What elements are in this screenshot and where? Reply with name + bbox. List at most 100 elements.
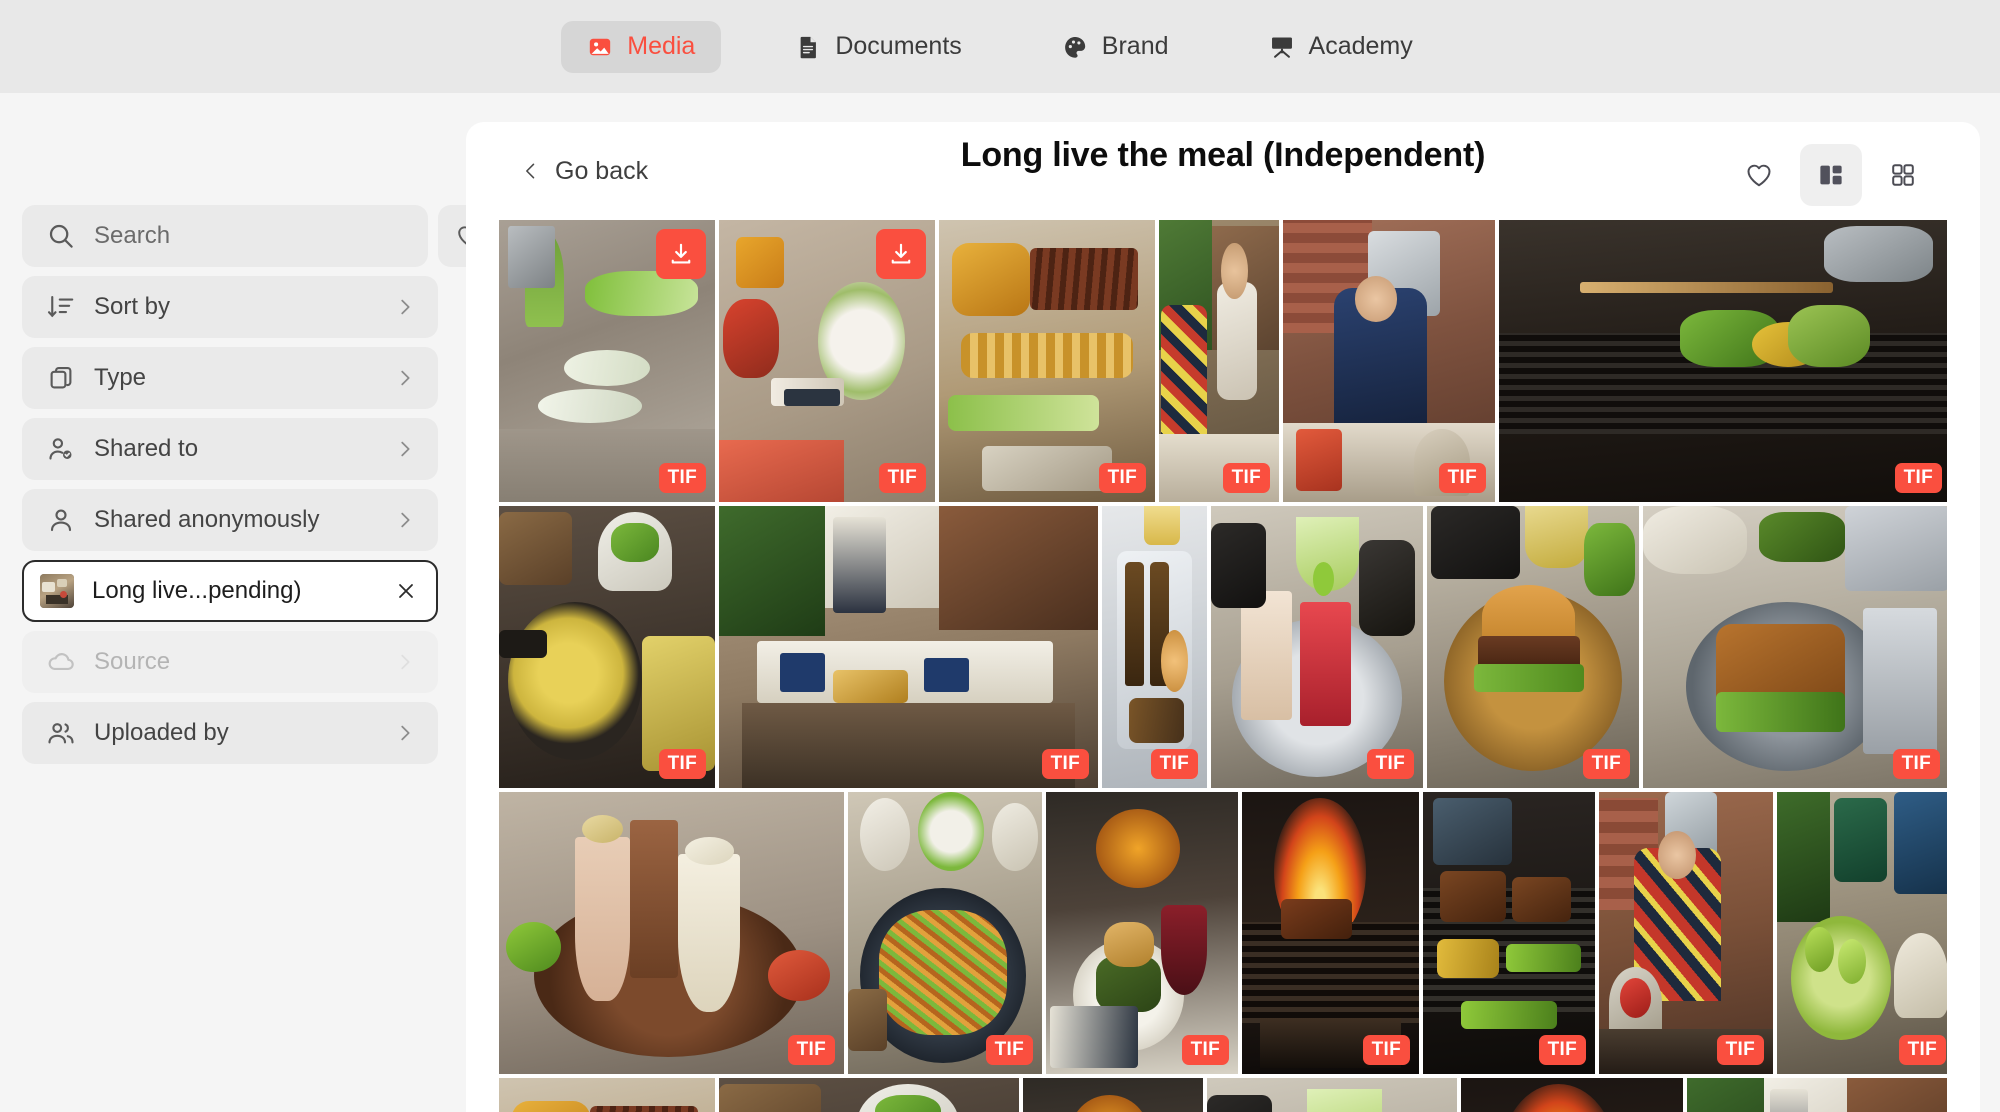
media-tile[interactable]: TIF bbox=[1207, 1078, 1457, 1112]
media-tile[interactable]: TIF bbox=[1777, 792, 1947, 1074]
media-tile[interactable]: TIF bbox=[719, 220, 935, 502]
sidebar-item-label: Shared anonymously bbox=[94, 506, 320, 533]
sidebar-item-label: Type bbox=[94, 364, 147, 391]
content-card: Go back Long live the meal (Independent) bbox=[466, 122, 1980, 1112]
file-type-badge: TIF bbox=[1438, 463, 1486, 493]
cloud-icon bbox=[46, 647, 76, 677]
gallery-row: TIF TIF TIF TIF TIF TIF TIF bbox=[499, 792, 1947, 1074]
active-filter-label: Long live...pending) bbox=[92, 577, 302, 604]
media-tile[interactable]: TIF bbox=[1499, 220, 1947, 502]
user-icon bbox=[46, 505, 76, 535]
sidebar-item-type[interactable]: Type bbox=[22, 347, 438, 409]
chevron-right-icon bbox=[394, 722, 416, 744]
media-tile[interactable]: TIF bbox=[1046, 792, 1238, 1074]
gallery-row: TIFTIFTIFTIFTIFTIF bbox=[499, 1078, 1947, 1112]
file-type-badge: TIF bbox=[1716, 1035, 1764, 1065]
media-tile[interactable]: TIF bbox=[719, 1078, 1019, 1112]
user-check-icon bbox=[46, 434, 76, 464]
chevron-right-icon bbox=[394, 367, 416, 389]
easel-icon bbox=[1269, 34, 1295, 60]
media-tile[interactable]: TIF bbox=[1283, 220, 1495, 502]
media-tile[interactable]: TIF bbox=[1242, 792, 1419, 1074]
tab-label: Brand bbox=[1101, 32, 1169, 60]
search-row bbox=[22, 205, 500, 267]
tab-academy[interactable]: Academy bbox=[1243, 21, 1439, 73]
search-input[interactable] bbox=[94, 222, 404, 250]
media-tile[interactable]: TIF bbox=[1461, 1078, 1683, 1112]
go-back-label: Go back bbox=[555, 156, 649, 185]
favorite-button[interactable] bbox=[1728, 144, 1790, 206]
palette-icon bbox=[1062, 34, 1088, 60]
file-type-badge: TIF bbox=[878, 463, 926, 493]
go-back-button[interactable]: Go back bbox=[521, 157, 648, 186]
file-type-badge: TIF bbox=[658, 749, 706, 779]
chevron-right-icon bbox=[394, 509, 416, 531]
sidebar-item-label: Sort by bbox=[94, 293, 171, 320]
page-title: Long live the meal (Independent) bbox=[960, 136, 1486, 174]
tab-label: Academy bbox=[1308, 32, 1413, 60]
active-filter-chip[interactable]: Long live...pending) bbox=[22, 560, 438, 622]
download-icon bbox=[668, 241, 694, 267]
users-icon bbox=[46, 718, 76, 748]
sort-icon bbox=[46, 292, 76, 322]
image-icon bbox=[587, 34, 613, 60]
media-tile[interactable]: TIF bbox=[1643, 506, 1947, 788]
sidebar-item-source: Source bbox=[22, 631, 438, 693]
grid-view-button[interactable] bbox=[1872, 144, 1934, 206]
media-tile[interactable]: TIF bbox=[719, 506, 1098, 788]
file-type-badge: TIF bbox=[1041, 749, 1089, 779]
card-header: Go back Long live the meal (Independent) bbox=[466, 122, 1980, 220]
media-tile[interactable]: TIF bbox=[499, 792, 844, 1074]
media-tile[interactable]: TIF bbox=[1023, 1078, 1203, 1112]
download-icon bbox=[888, 241, 914, 267]
file-type-badge: TIF bbox=[1894, 463, 1942, 493]
chevron-right-icon bbox=[394, 438, 416, 460]
tab-brand[interactable]: Brand bbox=[1036, 21, 1195, 73]
avatar bbox=[40, 574, 74, 608]
download-button[interactable] bbox=[876, 229, 926, 279]
search-box[interactable] bbox=[22, 205, 428, 267]
media-grid: TIF TIF TIF TIF TIF TIF TIF TIF TIF TIF TIF TIF TIF T… bbox=[499, 220, 1947, 1112]
media-tile[interactable]: TIF bbox=[1102, 506, 1207, 788]
file-type-badge: TIF bbox=[1366, 749, 1414, 779]
file-type-badge: TIF bbox=[1898, 1035, 1946, 1065]
sidebar-item-uploaded-by[interactable]: Uploaded by bbox=[22, 702, 438, 764]
heart-icon bbox=[1744, 160, 1774, 190]
file-type-badge: TIF bbox=[1181, 1035, 1229, 1065]
media-tile[interactable]: TIF bbox=[1599, 792, 1773, 1074]
file-type-badge: TIF bbox=[1362, 1035, 1410, 1065]
file-type-badge: TIF bbox=[1892, 749, 1940, 779]
sidebar-item-label: Uploaded by bbox=[94, 719, 229, 746]
tab-documents[interactable]: Documents bbox=[769, 21, 987, 73]
media-tile[interactable]: TIF bbox=[1687, 1078, 1947, 1112]
tab-media[interactable]: Media bbox=[561, 20, 722, 73]
file-type-badge: TIF bbox=[658, 463, 706, 493]
gallery-row: TIF TIF TIF TIF TIF TIF bbox=[499, 506, 1947, 788]
media-tile[interactable]: TIF bbox=[499, 220, 715, 502]
search-icon bbox=[46, 221, 76, 251]
sidebar-item-shared-to[interactable]: Shared to bbox=[22, 418, 438, 480]
tab-label: Documents bbox=[835, 32, 962, 60]
media-tile[interactable]: TIF bbox=[1427, 506, 1639, 788]
masonry-view-icon bbox=[1816, 160, 1846, 190]
file-type-badge: TIF bbox=[1222, 463, 1270, 493]
media-tile[interactable]: TIF bbox=[499, 1078, 715, 1112]
media-tile[interactable]: TIF bbox=[848, 792, 1042, 1074]
document-icon bbox=[795, 34, 821, 60]
file-type-badge: TIF bbox=[1098, 463, 1146, 493]
media-tile[interactable]: TIF bbox=[1423, 792, 1595, 1074]
download-button[interactable] bbox=[656, 229, 706, 279]
header-tools bbox=[1728, 144, 1934, 206]
close-icon[interactable] bbox=[394, 579, 418, 603]
grid-view-icon bbox=[1889, 161, 1917, 189]
media-tile[interactable]: TIF bbox=[499, 506, 715, 788]
file-type-badge: TIF bbox=[787, 1035, 835, 1065]
media-tile[interactable]: TIF bbox=[1159, 220, 1279, 502]
masonry-view-button[interactable] bbox=[1800, 144, 1862, 206]
media-tile[interactable]: TIF bbox=[939, 220, 1155, 502]
sidebar-item-sort-by[interactable]: Sort by bbox=[22, 276, 438, 338]
media-tile[interactable]: TIF bbox=[1211, 506, 1423, 788]
top-navigation: Media Documents Brand Academy bbox=[0, 0, 2000, 93]
file-type-badge: TIF bbox=[1582, 749, 1630, 779]
sidebar-item-shared-anonymously[interactable]: Shared anonymously bbox=[22, 489, 438, 551]
